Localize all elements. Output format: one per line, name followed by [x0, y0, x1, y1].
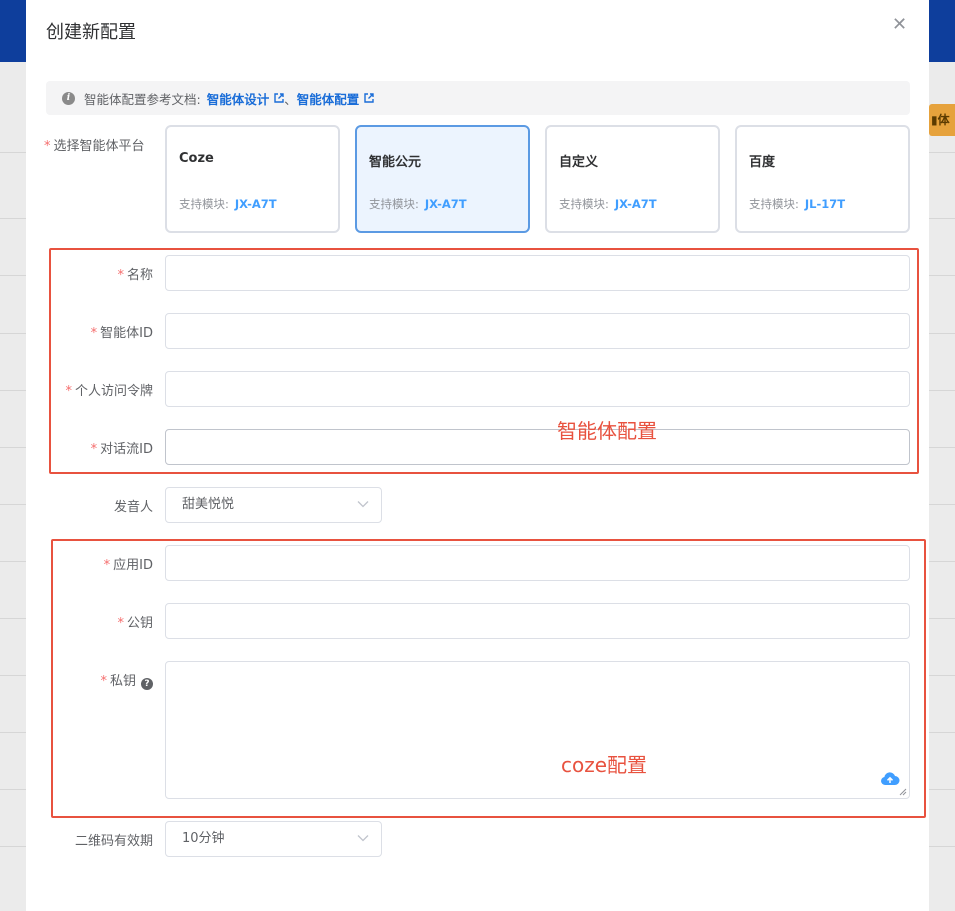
- create-config-dialog: 创建新配置 ✕ i 智能体配置参考文档: 智能体设计 、 智能体配置 * 选择智能…: [26, 4, 929, 911]
- public-key-label: * 公钥: [117, 616, 153, 631]
- bg-row-line: [929, 275, 955, 276]
- bg-row-line: [0, 675, 26, 676]
- private-key-label: * 私钥?: [100, 670, 153, 690]
- bg-row-line: [929, 333, 955, 334]
- platform-card-baidu[interactable]: 百度 支持模块: JL-17T: [735, 125, 910, 233]
- resize-handle-icon[interactable]: [899, 788, 907, 796]
- overlay-right: [929, 62, 955, 911]
- name-input[interactable]: [165, 255, 910, 291]
- voice-select[interactable]: 甜美悦悦: [165, 487, 382, 523]
- bg-row-line: [0, 561, 26, 562]
- bg-row-line: [0, 789, 26, 790]
- app-header-right: [929, 0, 955, 62]
- bg-row-line: [929, 152, 955, 153]
- qr-validity-label: 二维码有效期: [74, 834, 153, 849]
- bg-row-line: [0, 447, 26, 448]
- agent-design-link[interactable]: 智能体设计: [207, 89, 285, 108]
- bg-row-line: [0, 618, 26, 619]
- app-id-label: * 应用ID: [103, 558, 153, 573]
- app-header-left: [0, 0, 26, 62]
- platform-module: 支持模块: JX-A7T: [369, 197, 467, 211]
- bg-row-line: [0, 333, 26, 334]
- bg-row-line: [0, 275, 26, 276]
- bg-row-line: [929, 390, 955, 391]
- platform-label: * 选择智能体平台: [44, 139, 145, 154]
- platform-name: 自定义: [559, 155, 599, 170]
- bg-row-line: [929, 675, 955, 676]
- close-icon[interactable]: ✕: [892, 14, 907, 35]
- agent-config-link[interactable]: 智能体配置: [297, 89, 375, 108]
- coze-config-annotation-label: coze配置: [561, 753, 648, 777]
- qr-validity-value: 10分钟: [182, 831, 225, 846]
- help-icon[interactable]: ?: [141, 678, 153, 690]
- cloud-upload-icon[interactable]: [880, 770, 900, 786]
- voice-value: 甜美悦悦: [182, 497, 235, 512]
- info-icon: i: [62, 91, 75, 105]
- platform-name: 智能公元: [369, 155, 422, 170]
- platform-module: 支持模块: JL-17T: [749, 197, 846, 211]
- qr-validity-select[interactable]: 10分钟: [165, 821, 382, 857]
- bg-row-line: [929, 218, 955, 219]
- platform-name: Coze: [179, 151, 214, 166]
- bg-row-line: [929, 732, 955, 733]
- access-token-input[interactable]: [165, 371, 910, 407]
- private-key-textarea[interactable]: [165, 661, 910, 799]
- overlay-left: [0, 62, 26, 911]
- flow-id-label: * 对话流ID: [90, 442, 153, 457]
- name-label: * 名称: [117, 268, 153, 283]
- bg-row-line: [0, 732, 26, 733]
- bg-row-line: [0, 390, 26, 391]
- platform-module: 支持模块: JX-A7T: [179, 197, 277, 211]
- bg-row-line: [929, 846, 955, 847]
- notice-text: 智能体配置参考文档:: [84, 91, 201, 107]
- agent-design-link-label: 智能体设计: [206, 91, 270, 107]
- dialog-title: 创建新配置: [46, 22, 136, 43]
- bg-row-line: [929, 504, 955, 505]
- public-key-input[interactable]: [165, 603, 910, 639]
- platform-card-custom[interactable]: 自定义 支持模块: JX-A7T: [545, 125, 720, 233]
- chevron-down-icon: [357, 835, 369, 842]
- voice-label: 发音人: [113, 500, 153, 515]
- notice-separator: 、: [284, 91, 297, 107]
- external-link-icon: [274, 93, 284, 103]
- platform-module: 支持模块: JX-A7T: [559, 197, 657, 211]
- reference-notice: i 智能体配置参考文档: 智能体设计 、 智能体配置: [46, 81, 910, 115]
- bg-row-line: [929, 561, 955, 562]
- bg-row-line: [0, 504, 26, 505]
- chevron-down-icon: [357, 501, 369, 508]
- external-link-icon: [364, 93, 374, 103]
- platform-card-coze[interactable]: Coze 支持模块: JX-A7T: [165, 125, 340, 233]
- app-id-input[interactable]: [165, 545, 910, 581]
- bg-row-line: [929, 789, 955, 790]
- platform-name: 百度: [749, 155, 776, 170]
- agent-id-label: * 智能体ID: [90, 326, 153, 341]
- agent-config-link-label: 智能体配置: [296, 91, 360, 107]
- bg-row-line: [0, 846, 26, 847]
- background-badge: ▮体: [929, 104, 955, 136]
- bg-row-line: [0, 152, 26, 153]
- bg-row-line: [929, 618, 955, 619]
- access-token-label: * 个人访问令牌: [65, 384, 153, 399]
- flow-id-input[interactable]: [165, 429, 910, 465]
- bg-row-line: [0, 218, 26, 219]
- platform-card-zhineng[interactable]: 智能公元 支持模块: JX-A7T: [355, 125, 530, 233]
- agent-id-input[interactable]: [165, 313, 910, 349]
- bg-row-line: [929, 447, 955, 448]
- agent-config-annotation-label: 智能体配置: [557, 419, 657, 443]
